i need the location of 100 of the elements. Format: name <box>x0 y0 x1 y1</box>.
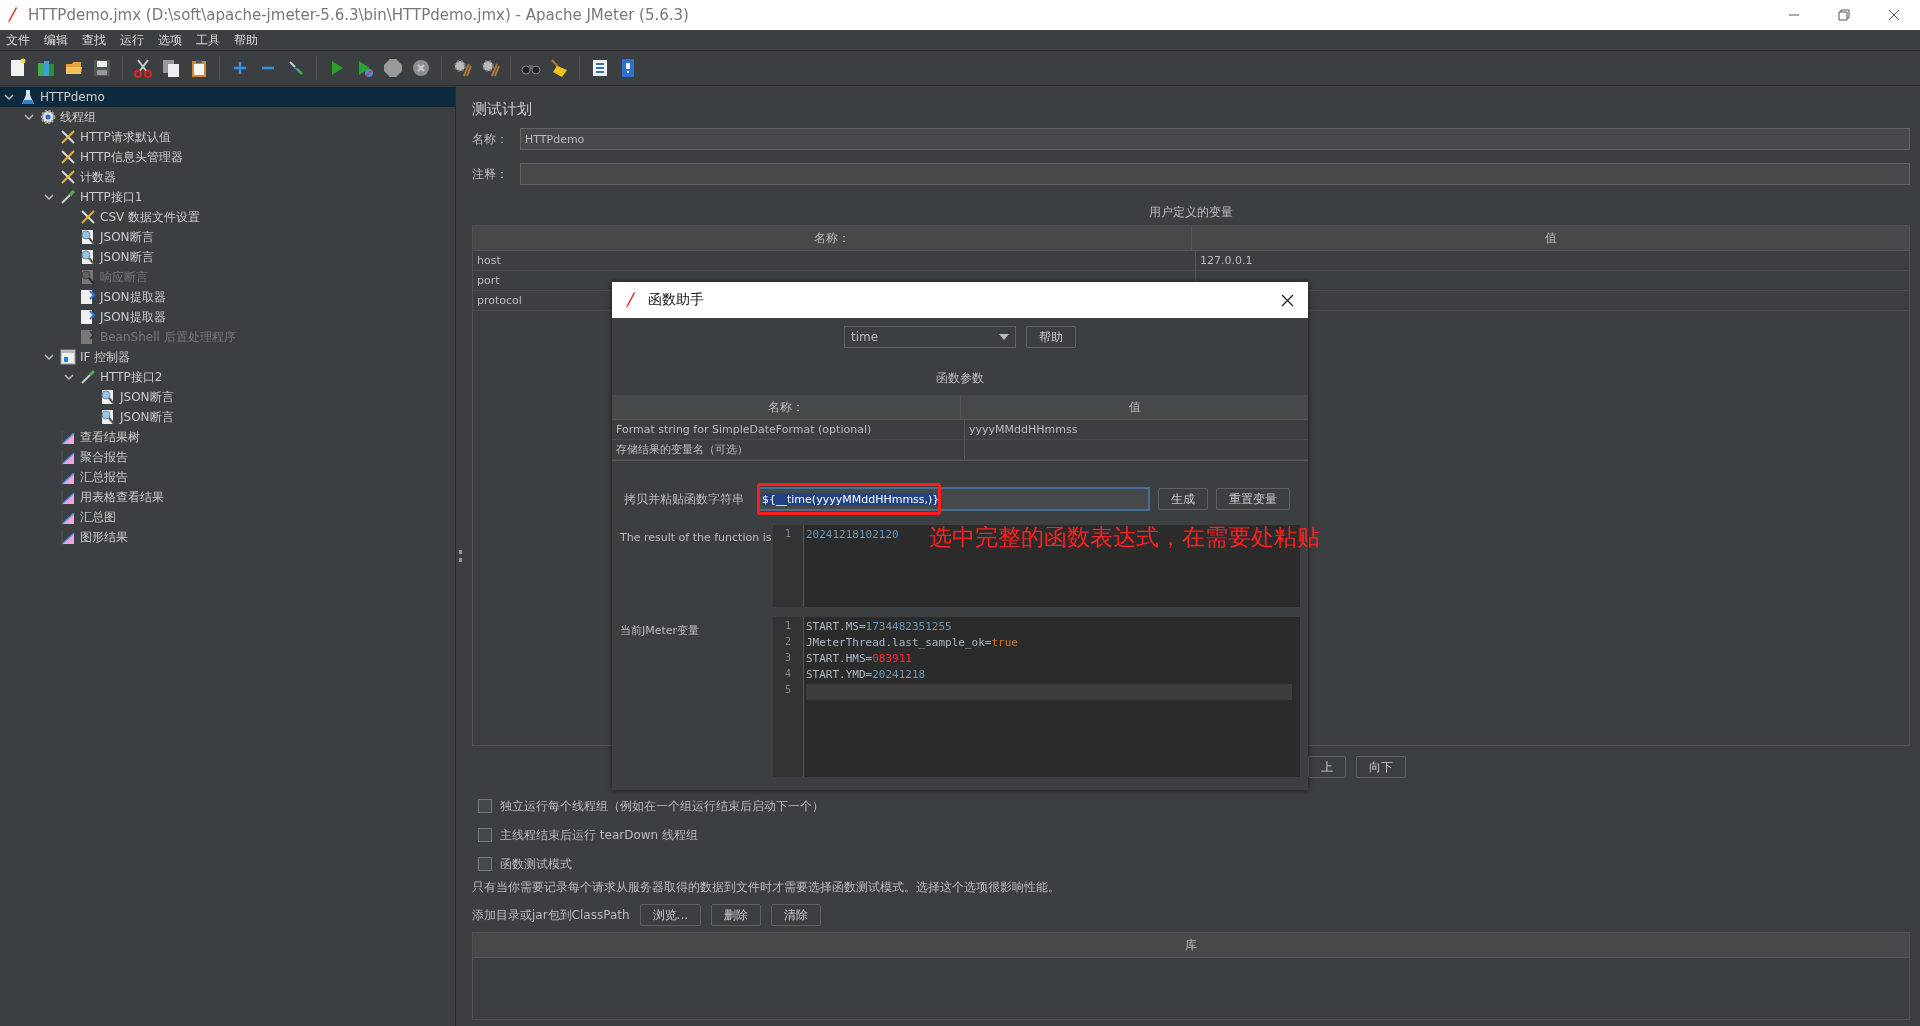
copy-icon[interactable] <box>161 58 181 78</box>
variables-editor[interactable]: 1 2 3 4 5 START.MS=1734482351255 JMeterThread.last_sample_ok=true START.HMS=083911 START.YMD=20241218 <box>773 617 1300 777</box>
action-button[interactable]: 重置变量 <box>1216 488 1290 510</box>
tree-item[interactable]: JSON断言 <box>0 387 455 407</box>
menu-item[interactable]: 查找 <box>82 31 106 49</box>
tree-item[interactable]: IF 控制器 <box>0 347 455 367</box>
tree-item[interactable]: JSON断言 <box>0 247 455 267</box>
tree-item[interactable]: 线程组 <box>0 107 455 127</box>
chevron-icon[interactable] <box>44 192 54 202</box>
classpath-button[interactable]: 删除 <box>711 904 761 926</box>
tree-item[interactable]: JSON提取器 <box>0 287 455 307</box>
chart-icon <box>60 429 76 445</box>
checkbox-label: 函数测试模式 <box>500 855 572 873</box>
classpath-button[interactable]: 清除 <box>771 904 821 926</box>
x-circle-icon[interactable] <box>411 58 431 78</box>
tree-item[interactable]: CSV 数据文件设置 <box>0 207 455 227</box>
tree-item[interactable]: 图形结果 <box>0 527 455 547</box>
menu-item[interactable]: 工具 <box>196 31 220 49</box>
magnifier-icon <box>80 229 96 245</box>
tree-item[interactable]: 用表格查看结果 <box>0 487 455 507</box>
checkbox[interactable] <box>478 828 492 842</box>
close-icon[interactable] <box>1281 293 1294 307</box>
help-button[interactable]: 帮助 <box>1026 326 1076 348</box>
move-button[interactable]: 向下 <box>1356 756 1406 778</box>
annotation-text: 选中完整的函数表达式，在需要处粘贴 <box>929 523 1320 552</box>
tree-item[interactable]: 查看结果树 <box>0 427 455 447</box>
chart-icon <box>60 449 76 465</box>
dialog-title: 函数助手 <box>648 291 704 309</box>
function-dropdown[interactable]: time <box>844 326 1016 348</box>
magnifier-icon <box>80 269 96 285</box>
code-line: START.YMD=20241218 <box>806 668 927 683</box>
line-number: 1 <box>785 620 791 633</box>
clipboard-icon[interactable] <box>189 58 209 78</box>
tree-item[interactable]: JSON提取器 <box>0 307 455 327</box>
tools-icon <box>60 149 76 165</box>
chevron-icon[interactable] <box>24 112 34 122</box>
menu-item[interactable]: 文件 <box>6 31 30 49</box>
chevron-icon[interactable] <box>64 372 74 382</box>
gear-broom-icon[interactable] <box>452 58 472 78</box>
restore-icon[interactable] <box>1838 9 1850 21</box>
classpath-label: 添加目录或jar包到ClassPath <box>472 906 630 924</box>
code-line: JMeterThread.last_sample_ok=true <box>806 636 1019 651</box>
pipette-icon <box>60 189 76 205</box>
move-button[interactable]: 上 <box>1308 756 1346 778</box>
tree-item[interactable]: HTTP接口2 <box>0 367 455 387</box>
comment-field[interactable] <box>520 163 1910 185</box>
table-cell-text: yyyyMMddHHmmss <box>968 422 1079 438</box>
scissors-icon[interactable] <box>133 58 153 78</box>
chart-icon <box>60 489 76 505</box>
checkbox[interactable] <box>478 857 492 871</box>
name-field[interactable]: HTTPdemo <box>520 128 1910 150</box>
tree-item[interactable]: HTTPdemo <box>0 87 455 107</box>
tree-item[interactable]: HTTP接口1 <box>0 187 455 207</box>
line-number: 2 <box>785 636 791 649</box>
field-label: 注释： <box>472 165 509 183</box>
field-label: 当前JMeter变量 <box>620 623 701 639</box>
magnifier-icon <box>100 409 116 425</box>
tree-item[interactable]: 汇总图 <box>0 507 455 527</box>
code-line: 20241218102120 <box>806 528 899 543</box>
chevron-icon[interactable] <box>4 92 14 102</box>
tree-item[interactable]: JSON断言 <box>0 227 455 247</box>
splitter-handle[interactable] <box>459 550 465 562</box>
menu-item[interactable]: 运行 <box>120 31 144 49</box>
menu-item[interactable]: 编辑 <box>44 31 68 49</box>
chart-icon <box>60 509 76 525</box>
panel-heading: 测试计划 <box>472 100 533 118</box>
document-icon[interactable] <box>8 58 28 78</box>
chart-icon <box>60 529 76 545</box>
action-button[interactable]: 生成 <box>1158 488 1208 510</box>
line-number: 4 <box>785 668 791 681</box>
close-icon[interactable] <box>1888 9 1900 21</box>
column-header: 名称： <box>612 395 961 419</box>
checkbox[interactable] <box>478 799 492 813</box>
gear-broom-icon[interactable] <box>480 58 500 78</box>
table-cell-text: 127.0.0.1 <box>1199 253 1254 269</box>
menu-item[interactable]: 选项 <box>158 31 182 49</box>
gear-icon <box>40 109 56 125</box>
tree-item[interactable]: JSON断言 <box>0 407 455 427</box>
tree-item[interactable]: HTTP信息头管理器 <box>0 147 455 167</box>
page-arrow-icon <box>80 329 96 345</box>
line-number: 3 <box>785 652 791 665</box>
tree-item[interactable]: 汇总报告 <box>0 467 455 487</box>
chart-icon <box>60 469 76 485</box>
tools-icon <box>60 129 76 145</box>
menu-item[interactable]: 帮助 <box>234 31 258 49</box>
classpath-button[interactable]: 浏览... <box>639 904 701 926</box>
tree-item[interactable]: 聚合报告 <box>0 447 455 467</box>
table-cell: 存储结果的变量名（可选） <box>612 440 965 459</box>
magnifier-icon <box>80 249 96 265</box>
broom-icon[interactable] <box>549 58 569 78</box>
stop-icon[interactable] <box>383 58 403 78</box>
page-arrow-icon <box>80 289 96 305</box>
field-label: 名称： <box>472 130 509 148</box>
tree-item[interactable]: 计数器 <box>0 167 455 187</box>
chevron-icon[interactable] <box>44 352 54 362</box>
tree-item[interactable]: HTTP请求默认值 <box>0 127 455 147</box>
save-icon[interactable] <box>92 58 112 78</box>
list-icon[interactable] <box>590 58 610 78</box>
books-icon[interactable] <box>36 58 56 78</box>
code-line: START.HMS=083911 <box>806 652 913 667</box>
